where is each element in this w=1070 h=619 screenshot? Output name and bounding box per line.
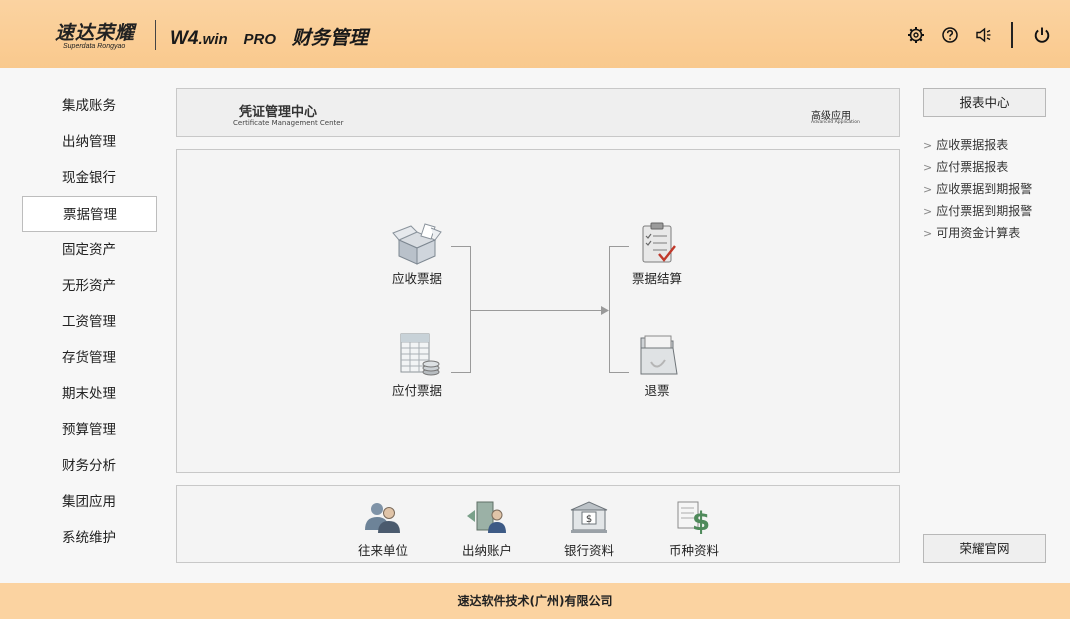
bill-settlement-node[interactable]: 票据结算 bbox=[617, 222, 697, 287]
sidebar-nav: 集成账务 出纳管理 现金银行 票据管理 固定资产 无形资产 工资管理 存货管理 … bbox=[22, 88, 157, 556]
report-link-payable[interactable]: > 应付票据报表 bbox=[923, 156, 1032, 178]
sidebar-item-period-end[interactable]: 期末处理 bbox=[22, 376, 157, 412]
official-site-button[interactable]: 荣耀官网 bbox=[923, 534, 1046, 563]
contacts-tool[interactable]: 往来单位 bbox=[348, 500, 418, 559]
sidebar-item-cashier[interactable]: 出纳管理 bbox=[22, 124, 157, 160]
cashier-account-tool[interactable]: 出纳账户 bbox=[452, 500, 522, 559]
folder-document-icon bbox=[640, 335, 678, 375]
payable-bills-label: 应付票据 bbox=[391, 383, 442, 398]
bank-info-tool[interactable]: $ 银行资料 bbox=[554, 500, 624, 559]
report-link-available-funds[interactable]: > 可用资金计算表 bbox=[923, 222, 1032, 244]
bank-icon: $ bbox=[570, 501, 608, 533]
svg-text:$: $ bbox=[692, 507, 710, 534]
bill-settlement-label: 票据结算 bbox=[631, 271, 682, 286]
checklist-clipboard-icon bbox=[642, 222, 676, 263]
app-header: 速达荣耀 Superdata Rongyao W4.win PRO 财务管理 bbox=[0, 0, 1070, 68]
help-icon[interactable] bbox=[940, 24, 960, 46]
account-door-icon bbox=[467, 501, 506, 533]
receivable-bills-label: 应收票据 bbox=[391, 271, 442, 286]
sidebar-item-budget[interactable]: 预算管理 bbox=[22, 412, 157, 448]
open-box-icon bbox=[392, 223, 442, 265]
logo-main-text: 速达荣耀 bbox=[55, 22, 136, 44]
report-link-label: 可用资金计算表 bbox=[936, 226, 1021, 240]
dollar-document-icon: $ bbox=[677, 501, 710, 537]
sidebar-item-intangible-assets[interactable]: 无形资产 bbox=[22, 268, 157, 304]
app-title: W4.win PRO 财务管理 bbox=[170, 23, 368, 50]
chevron-right-icon: > bbox=[923, 227, 933, 240]
receivable-bills-node[interactable]: 应收票据 bbox=[377, 222, 457, 287]
brand-logo: 速达荣耀 Superdata Rongyao bbox=[55, 18, 145, 50]
basic-data-toolbar: 往来单位 出纳账户 $ 银行资料 $ 币种资料 bbox=[176, 485, 900, 563]
bank-info-label: 银行资料 bbox=[563, 543, 614, 558]
header-divider bbox=[155, 20, 156, 50]
chevron-right-icon: > bbox=[923, 161, 933, 174]
app-title-pro: PRO bbox=[243, 31, 277, 48]
app-title-suffix: .win bbox=[198, 31, 228, 48]
sidebar-item-group-apps[interactable]: 集团应用 bbox=[22, 484, 157, 520]
flow-line bbox=[609, 246, 610, 373]
chevron-right-icon: > bbox=[923, 183, 933, 196]
currency-info-tool[interactable]: $ 币种资料 bbox=[659, 500, 729, 559]
advanced-apps-sub: Advanced Application bbox=[811, 120, 860, 125]
center-title-bar: 凭证管理中心 Certificate Management Center 高级应… bbox=[176, 88, 900, 137]
spreadsheet-coins-icon bbox=[400, 333, 440, 376]
gear-icon[interactable] bbox=[906, 24, 926, 46]
report-link-label: 应收票据报表 bbox=[936, 138, 1009, 152]
app-footer: 速达软件技术(广州)有限公司 bbox=[0, 583, 1070, 619]
report-list: > 应收票据报表 > 应付票据报表 > 应收票据到期报警 > 应付票据到期报警 > 可用资… bbox=[923, 134, 1032, 244]
payable-bills-node[interactable]: 应付票据 bbox=[377, 332, 457, 399]
bill-flow-panel: 应收票据 应付票据 票据结算 退票 bbox=[176, 149, 900, 473]
report-center-button[interactable]: 报表中心 bbox=[923, 88, 1046, 117]
flow-arrow-icon bbox=[601, 306, 609, 315]
sidebar-item-fixed-assets[interactable]: 固定资产 bbox=[22, 232, 157, 268]
sidebar-item-financial-analysis[interactable]: 财务分析 bbox=[22, 448, 157, 484]
report-link-payable-due-alert[interactable]: > 应付票据到期报警 bbox=[923, 200, 1032, 222]
chevron-right-icon: > bbox=[923, 139, 933, 152]
sidebar-item-system-maintenance[interactable]: 系统维护 bbox=[22, 520, 157, 556]
center-title: 凭证管理中心 bbox=[239, 105, 318, 120]
svg-text:$: $ bbox=[586, 514, 592, 525]
sidebar-item-cash-bank[interactable]: 现金银行 bbox=[22, 160, 157, 196]
refund-node[interactable]: 退票 bbox=[617, 332, 697, 399]
app-title-prefix: W4 bbox=[170, 28, 199, 49]
speaker-icon[interactable] bbox=[974, 24, 994, 46]
report-link-label: 应付票据到期报警 bbox=[936, 204, 1033, 218]
report-link-label: 应付票据报表 bbox=[936, 160, 1009, 174]
header-separator bbox=[1011, 22, 1013, 48]
currency-info-label: 币种资料 bbox=[668, 543, 719, 558]
app-title-name: 财务管理 bbox=[291, 28, 368, 49]
chevron-right-icon: > bbox=[923, 205, 933, 218]
sidebar-item-payroll[interactable]: 工资管理 bbox=[22, 304, 157, 340]
people-icon bbox=[365, 503, 400, 533]
sidebar-item-inventory[interactable]: 存货管理 bbox=[22, 340, 157, 376]
contacts-label: 往来单位 bbox=[357, 543, 408, 558]
report-link-label: 应收票据到期报警 bbox=[936, 182, 1033, 196]
center-subtitle: Certificate Management Center bbox=[233, 119, 344, 127]
report-link-receivable[interactable]: > 应收票据报表 bbox=[923, 134, 1032, 156]
power-icon[interactable] bbox=[1032, 24, 1052, 46]
sidebar-item-integrated-accounts[interactable]: 集成账务 bbox=[22, 88, 157, 124]
cashier-account-label: 出纳账户 bbox=[461, 543, 512, 558]
sidebar-item-bills[interactable]: 票据管理 bbox=[22, 196, 157, 232]
flow-line bbox=[470, 310, 606, 311]
report-link-receivable-due-alert[interactable]: > 应收票据到期报警 bbox=[923, 178, 1032, 200]
refund-label: 退票 bbox=[644, 383, 670, 398]
